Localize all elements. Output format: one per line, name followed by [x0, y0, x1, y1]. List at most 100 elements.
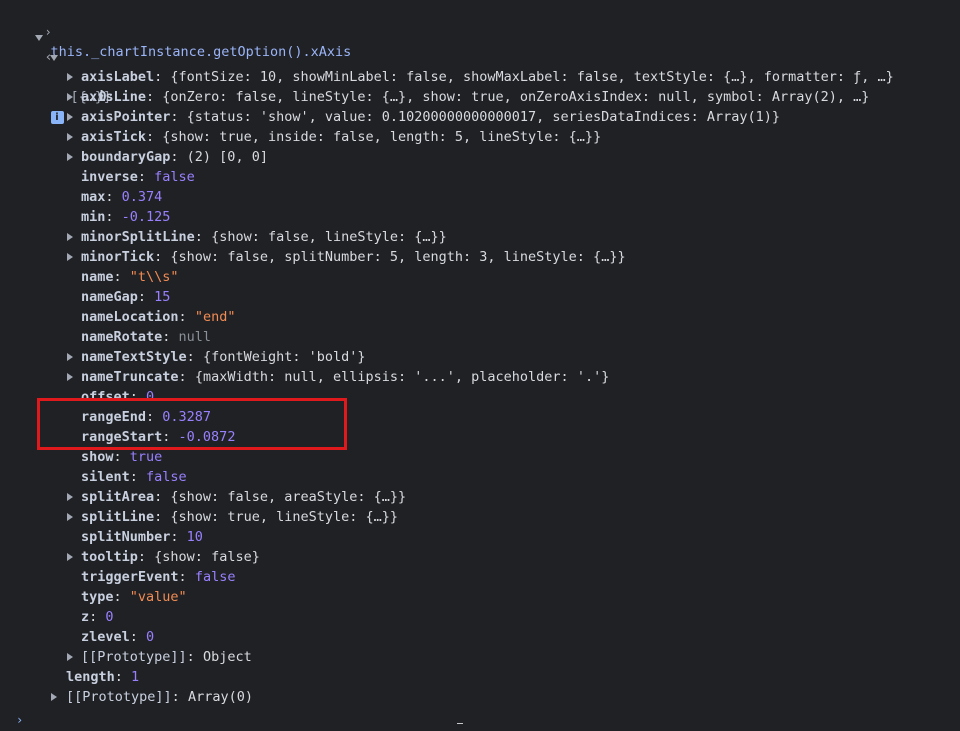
property-key: axisTick	[81, 129, 147, 145]
devtools-console: › this._chartInstance.getOption().xAxis …	[0, 0, 960, 730]
property-row: name: "t\\s"	[81, 269, 179, 285]
property-value: "end"	[194, 309, 236, 325]
property-row[interactable]: [[Prototype]]: Object	[66, 647, 252, 667]
property-value: {maxWidth: null, ellipsis: '...', placeh…	[194, 369, 610, 385]
expand-triangle-icon[interactable]	[67, 493, 73, 501]
property-row: silent: false	[81, 469, 187, 485]
property-key: silent	[81, 469, 130, 485]
property-value: {show: true, inside: false, length: 5, l…	[162, 129, 602, 145]
expand-triangle-icon[interactable]	[67, 133, 73, 141]
prompt-caret-icon[interactable]: ›	[16, 713, 23, 727]
property-value: {fontSize: 10, showMinLabel: false, show…	[170, 69, 894, 85]
property-key: z	[81, 609, 90, 625]
property-key: nameGap	[81, 289, 138, 305]
expand-triangle-icon[interactable]	[67, 233, 73, 241]
expand-triangle-icon[interactable]	[50, 55, 58, 61]
property-key: minorTick	[81, 249, 155, 265]
property-row[interactable]: axisLine: {onZero: false, lineStyle: {…}…	[66, 87, 869, 107]
property-row[interactable]: axisPointer: {status: 'show', value: 0.1…	[66, 107, 780, 127]
property-value: true	[129, 449, 163, 465]
array-index-row[interactable]: 0:	[50, 47, 115, 105]
property-key: axisPointer	[81, 109, 171, 125]
expand-triangle-icon[interactable]	[67, 373, 73, 381]
property-value: {show: false}	[154, 549, 260, 565]
property-row[interactable]: minorSplitLine: {show: false, lineStyle:…	[66, 227, 447, 247]
expand-triangle-icon[interactable]	[67, 153, 73, 161]
property-row[interactable]: splitLine: {show: true, lineStyle: {…}}	[66, 507, 398, 527]
property-key: nameRotate	[81, 329, 163, 345]
property-row: z: 0	[81, 609, 114, 625]
property-key: splitLine	[81, 509, 155, 525]
property-key: length	[66, 669, 115, 685]
expand-triangle-icon[interactable]	[67, 353, 73, 361]
property-value: {fontWeight: 'bold'}	[202, 349, 366, 365]
property-value: "t\\s"	[129, 269, 179, 285]
property-key: nameLocation	[81, 309, 179, 325]
property-row: nameRotate: null	[81, 329, 212, 345]
highlight-annotation-box	[37, 398, 347, 450]
property-key: [[Prototype]]	[66, 689, 172, 705]
property-key: minorSplitLine	[81, 229, 195, 245]
property-key: [[Prototype]]	[81, 649, 187, 665]
property-value: null	[178, 329, 212, 345]
property-value: {status: 'show', value: 0.10200000000000…	[186, 109, 780, 125]
property-row[interactable]: splitArea: {show: false, areaStyle: {…}}	[66, 487, 406, 507]
property-value: false	[146, 469, 187, 485]
property-value: -0.125	[121, 209, 171, 225]
property-value: 10	[186, 529, 203, 545]
expand-triangle-icon[interactable]	[51, 693, 57, 701]
property-row[interactable]: axisTick: {show: true, inside: false, le…	[66, 127, 601, 147]
property-key: nameTruncate	[81, 369, 179, 385]
property-key: tooltip	[81, 549, 138, 565]
expand-triangle-icon[interactable]	[67, 73, 73, 81]
property-key: triggerEvent	[81, 569, 179, 585]
property-row: zlevel: 0	[81, 629, 155, 645]
expand-triangle-icon[interactable]	[67, 253, 73, 261]
property-row[interactable]: tooltip: {show: false}	[66, 547, 260, 567]
expand-triangle-icon[interactable]	[67, 113, 73, 121]
property-value: Object	[202, 649, 252, 665]
property-value: {show: false, areaStyle: {…}}	[170, 489, 407, 505]
property-key: inverse	[81, 169, 138, 185]
property-row: inverse: false	[81, 169, 195, 185]
property-key: show	[81, 449, 114, 465]
property-row[interactable]: axisLabel: {fontSize: 10, showMinLabel: …	[66, 67, 894, 87]
property-row[interactable]: nameTextStyle: {fontWeight: 'bold'}	[66, 347, 366, 367]
property-key: zlevel	[81, 629, 130, 645]
property-key: axisLabel	[81, 69, 155, 85]
property-key: name	[81, 269, 114, 285]
array-prototype-row[interactable]: [[Prototype]]: Array(0)	[50, 687, 253, 707]
property-value: false	[154, 169, 195, 185]
expand-triangle-icon[interactable]	[67, 553, 73, 561]
console-result-line[interactable]: ‹ [{…}] i	[12, 27, 111, 124]
property-value: 15	[154, 289, 171, 305]
property-value: false	[194, 569, 236, 585]
property-key: axisLine	[81, 89, 147, 105]
expand-triangle-icon[interactable]	[35, 35, 43, 41]
property-value: {show: true, lineStyle: {…}}	[170, 509, 398, 525]
property-value: "value"	[129, 589, 187, 605]
property-row[interactable]: boundaryGap: (2) [0, 0]	[66, 147, 268, 167]
property-key: nameTextStyle	[81, 349, 187, 365]
property-row[interactable]: nameTruncate: {maxWidth: null, ellipsis:…	[66, 367, 609, 387]
property-row[interactable]: minorTick: {show: false, splitNumber: 5,…	[66, 247, 626, 267]
property-value: 0	[146, 629, 155, 645]
property-key: splitNumber	[81, 529, 171, 545]
expand-triangle-icon[interactable]	[67, 513, 73, 521]
property-value: 0	[105, 609, 114, 625]
property-row: type: "value"	[81, 589, 187, 605]
property-row: min: -0.125	[81, 209, 171, 225]
property-value: {show: false, splitNumber: 5, length: 3,…	[170, 249, 626, 265]
property-value: {show: false, lineStyle: {…}}	[211, 229, 447, 245]
property-row: triggerEvent: false	[81, 569, 236, 585]
property-key: min	[81, 209, 106, 225]
property-row: show: true	[81, 449, 163, 465]
property-row: nameGap: 15	[81, 289, 171, 305]
expand-triangle-icon[interactable]	[67, 93, 73, 101]
expand-triangle-icon[interactable]	[67, 653, 73, 661]
property-row: max: 0.374	[81, 189, 163, 205]
property-value: 1	[131, 669, 140, 685]
property-key: splitArea	[81, 489, 155, 505]
property-key: type	[81, 589, 114, 605]
property-key: max	[81, 189, 106, 205]
